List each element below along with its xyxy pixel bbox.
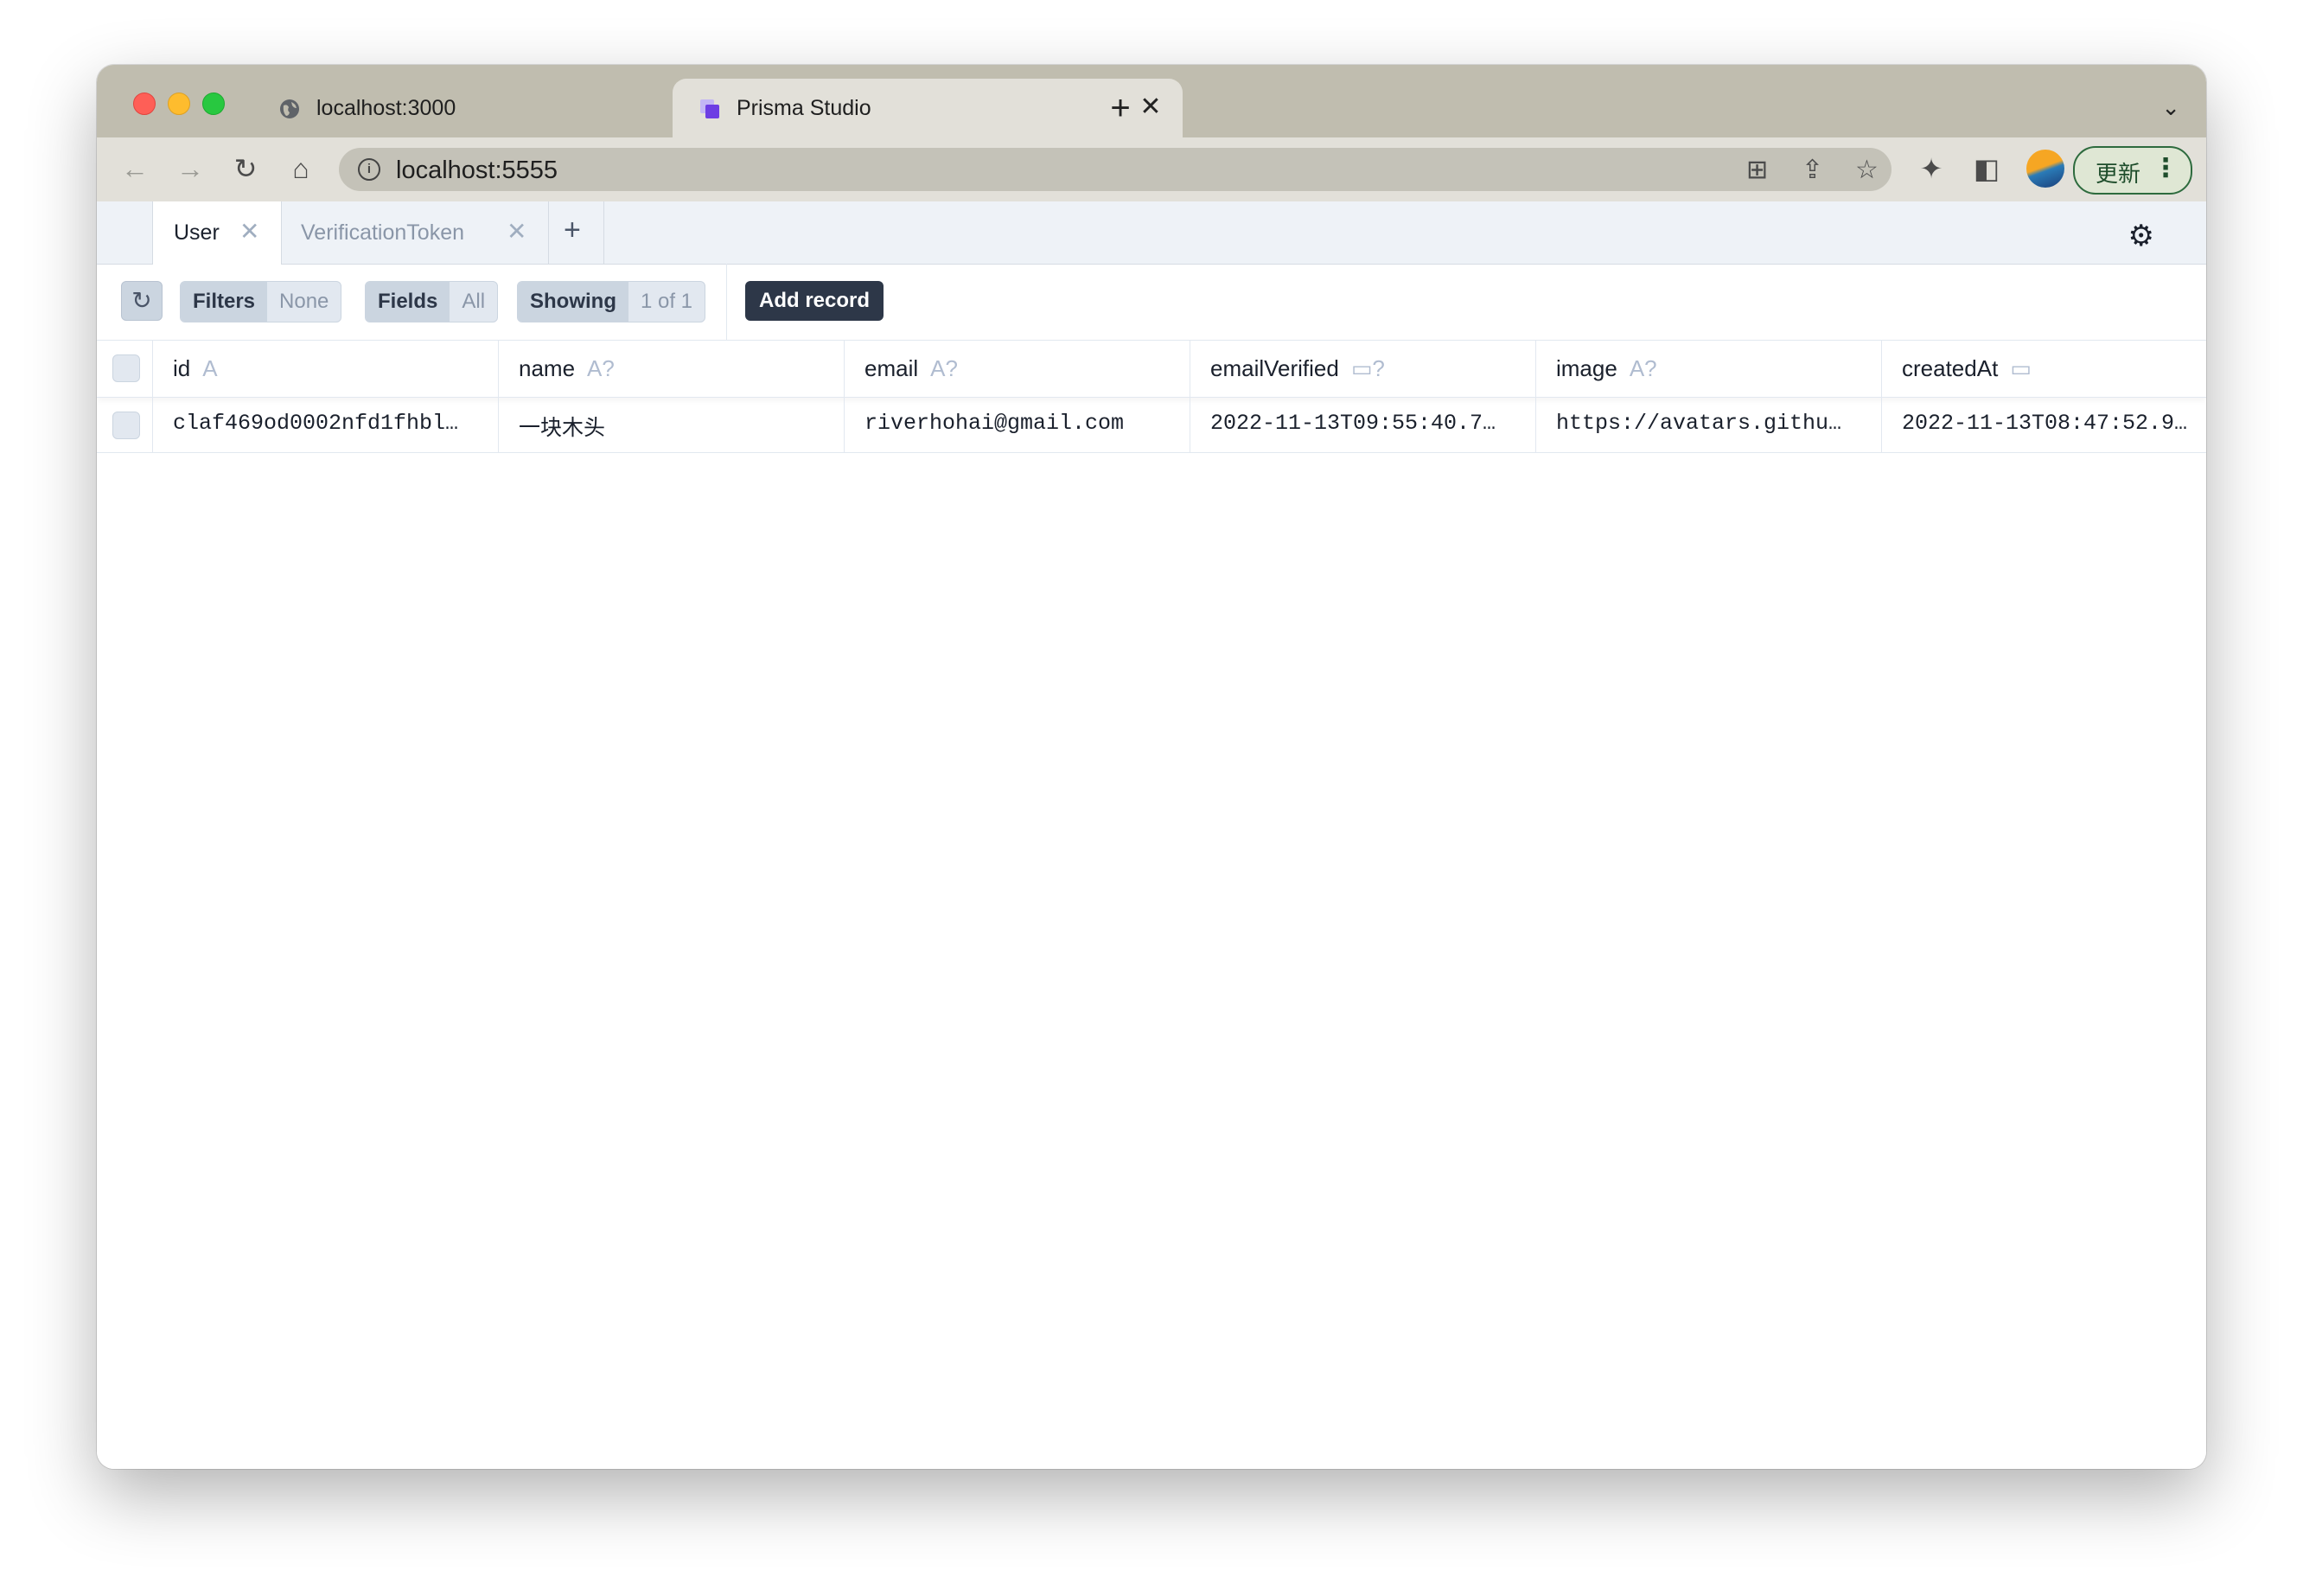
model-tab-label: VerificationToken xyxy=(301,220,465,245)
column-name: image xyxy=(1556,355,1617,381)
refresh-button[interactable]: ↻ xyxy=(121,281,163,321)
fields-button[interactable]: Fields All xyxy=(365,281,499,322)
side-panel-icon[interactable]: ◧ xyxy=(1971,153,2002,184)
browser-window: localhost:3000 ✕ Prisma Studio ✕ + ⌄ ← →… xyxy=(97,65,2206,1469)
close-model-tab-icon[interactable]: ✕ xyxy=(507,217,526,246)
new-tab-button[interactable]: + xyxy=(1103,91,1138,125)
filters-value: None xyxy=(279,290,329,313)
cell-email[interactable]: riverhohai@gmail.com xyxy=(844,397,1190,452)
column-header-createdat[interactable]: createdAt ▭ xyxy=(1881,340,2206,397)
column-type: ▭? xyxy=(1350,355,1385,381)
cell-value: 2022-11-13T08:47:52.9… xyxy=(1902,411,2188,436)
reload-icon[interactable]: ↻ xyxy=(230,153,261,184)
column-header-emailverified[interactable]: emailVerified ▭? xyxy=(1190,340,1536,397)
column-type: A? xyxy=(1629,355,1657,381)
showing-value: 1 of 1 xyxy=(640,290,693,313)
showing-button[interactable]: Showing 1 of 1 xyxy=(517,281,706,322)
plus-icon: + xyxy=(564,214,581,246)
cell-value: claf469od0002nfd1fhbl… xyxy=(173,411,459,436)
table-row[interactable]: claf469od0002nfd1fhbl… 一块木头 riverhohai@g… xyxy=(97,397,2206,453)
browser-tab-title: localhost:3000 xyxy=(316,96,456,120)
cell-image[interactable]: https://avatars.githu… xyxy=(1535,397,1882,452)
select-all-cell xyxy=(97,340,153,397)
fields-value: All xyxy=(462,290,486,313)
close-tab-icon[interactable]: ✕ xyxy=(1138,93,1164,122)
model-tab-label: User xyxy=(174,220,220,245)
prisma-icon xyxy=(700,99,719,118)
home-icon[interactable]: ⌂ xyxy=(285,153,316,184)
select-all-checkbox[interactable] xyxy=(112,354,140,382)
update-button[interactable]: 更新 ⋮ xyxy=(2073,146,2192,195)
controls-divider xyxy=(726,264,727,340)
minimize-window-button[interactable] xyxy=(168,93,190,115)
translate-icon[interactable]: ⊞ xyxy=(1746,155,1768,185)
column-header-id[interactable]: id A xyxy=(152,340,499,397)
column-header-email[interactable]: email A? xyxy=(844,340,1190,397)
site-info-icon[interactable]: i xyxy=(358,158,380,181)
column-name: id xyxy=(173,355,191,381)
update-label: 更新 xyxy=(2096,161,2141,187)
column-type: ▭ xyxy=(2010,355,2032,381)
row-select-cell xyxy=(97,397,153,452)
profile-avatar[interactable] xyxy=(2026,150,2064,188)
close-window-button[interactable] xyxy=(133,93,156,115)
column-name: emailVerified xyxy=(1210,355,1339,381)
cell-value: 2022-11-13T09:55:40.7… xyxy=(1210,411,1496,436)
column-type: A xyxy=(202,355,218,381)
browser-tab-title: Prisma Studio xyxy=(737,96,871,120)
column-header-image[interactable]: image A? xyxy=(1535,340,1882,397)
globe-icon xyxy=(280,99,299,118)
address-bar[interactable]: i localhost:5555 ⊞ ⇪ ☆ xyxy=(339,148,1892,191)
column-name: name xyxy=(519,355,576,381)
model-tab-user[interactable]: User ✕ xyxy=(152,201,282,265)
filters-label: Filters xyxy=(181,282,268,322)
column-type: A? xyxy=(930,355,958,381)
share-icon[interactable]: ⇪ xyxy=(1802,155,1823,185)
forward-arrow-icon[interactable]: → xyxy=(175,153,206,184)
cell-id[interactable]: claf469od0002nfd1fhbl… xyxy=(152,397,499,452)
settings-gear-icon[interactable]: ⚙ xyxy=(2128,219,2154,253)
tab-search-chevron-icon[interactable]: ⌄ xyxy=(2161,94,2180,121)
column-header-name[interactable]: name A? xyxy=(498,340,845,397)
cell-value: riverhohai@gmail.com xyxy=(864,411,1125,436)
zoom-window-button[interactable] xyxy=(202,93,225,115)
bookmark-star-icon[interactable]: ☆ xyxy=(1855,155,1879,185)
add-record-button[interactable]: Add record xyxy=(745,281,884,321)
column-type: A? xyxy=(587,355,615,381)
more-menu-icon[interactable]: ⋮ xyxy=(2153,153,2179,183)
cell-createdat[interactable]: 2022-11-13T08:47:52.9… xyxy=(1881,397,2206,452)
fields-label: Fields xyxy=(366,282,450,322)
prisma-studio: User ✕ VerificationToken ✕ + ⚙ ↻ Filters… xyxy=(97,201,2206,1469)
column-name: createdAt xyxy=(1902,355,1999,381)
showing-label: Showing xyxy=(518,282,628,322)
extensions-puzzle-icon[interactable]: ✦ xyxy=(1916,153,1947,184)
table-header-row: id A name A? email A? emailVerified ▭? image… xyxy=(97,340,2206,398)
cell-name[interactable]: 一块木头 xyxy=(498,397,845,452)
column-name: email xyxy=(864,355,919,381)
tab-strip: localhost:3000 ✕ Prisma Studio ✕ + ⌄ xyxy=(97,65,2206,137)
cell-value: https://avatars.githu… xyxy=(1556,411,1842,436)
back-arrow-icon[interactable]: ← xyxy=(119,153,150,184)
model-tab-verificationtoken[interactable]: VerificationToken ✕ xyxy=(280,201,549,264)
address-url[interactable]: localhost:5555 xyxy=(396,156,558,185)
row-checkbox[interactable] xyxy=(112,412,140,439)
browser-toolbar: ← → ↻ ⌂ i localhost:5555 ⊞ ⇪ ☆ ✦ ◧ 更新 ⋮ xyxy=(97,137,2206,202)
cell-emailverified[interactable]: 2022-11-13T09:55:40.7… xyxy=(1190,397,1536,452)
model-tabs-bar: User ✕ VerificationToken ✕ + ⚙ xyxy=(97,201,2206,265)
filters-button[interactable]: Filters None xyxy=(180,281,342,322)
close-model-tab-icon[interactable]: ✕ xyxy=(239,217,259,246)
add-model-tab-button[interactable]: + xyxy=(548,201,604,264)
cell-value: 一块木头 xyxy=(519,415,606,440)
controls-bar: ↻ Filters None Fields All Showing 1 of 1… xyxy=(97,264,2206,341)
